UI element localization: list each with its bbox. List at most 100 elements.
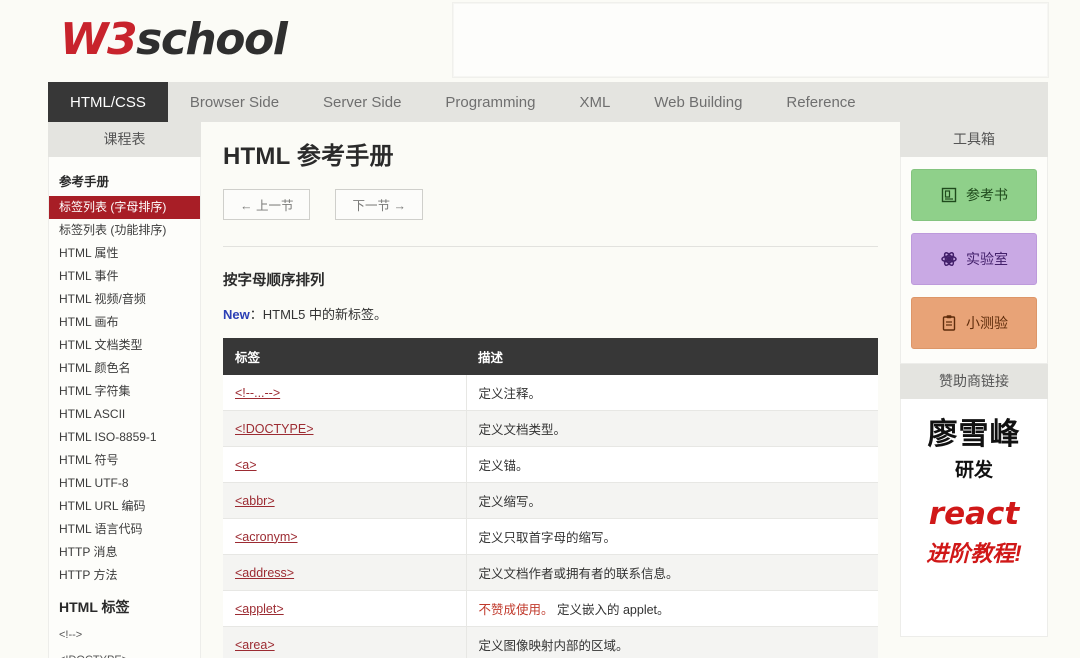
sidebar-item-http-messages[interactable]: HTTP 消息 xyxy=(49,541,200,564)
sidebar-tag-comment[interactable]: <!--> xyxy=(49,623,200,648)
pager-buttons: ← 上一节 下一节 → xyxy=(223,189,878,220)
sidebar-item-html-symbols[interactable]: HTML 符号 xyxy=(49,449,200,472)
nav-item-browser-side[interactable]: Browser Side xyxy=(168,82,301,122)
cell-tag: <!--...--> xyxy=(223,375,467,411)
nav-label: Reference xyxy=(786,93,856,111)
nav-label: Server Side xyxy=(323,93,402,111)
nav-label: Browser Side xyxy=(189,93,280,111)
description-text: 定义注释。 xyxy=(478,387,542,401)
cell-tag: <area> xyxy=(223,626,467,658)
toolbox-button-reference-book[interactable]: 参考书 xyxy=(911,169,1037,221)
table-body: <!--...--> 定义注释。 <!DOCTYPE> 定义文档类型。 <a> … xyxy=(223,375,878,658)
sidebar-item-tags-alpha[interactable]: 标签列表 (字母排序) xyxy=(49,196,200,219)
main-content: HTML 参考手册 ← 上一节 下一节 → 按字母顺序排列 New：HTML5 … xyxy=(201,122,900,658)
site-logo[interactable]: W3school xyxy=(60,12,288,68)
ad-line-4: 进阶教程! xyxy=(926,541,1022,566)
cell-tag: <acronym> xyxy=(223,518,467,555)
sidebar-item-html-language-codes[interactable]: HTML 语言代码 xyxy=(49,518,200,541)
section-title: 按字母顺序排列 xyxy=(223,273,325,289)
sidebar-item-html-attributes[interactable]: HTML 属性 xyxy=(49,242,200,265)
left-sidebar-title: 课程表 xyxy=(48,122,201,157)
cell-tag: <applet> xyxy=(223,590,467,627)
description-text: 定义缩写。 xyxy=(478,495,542,509)
new-note-text: ：HTML5 中的新标签。 xyxy=(249,307,387,322)
toolbox-button-lab[interactable]: 实验室 xyxy=(911,233,1037,285)
prev-section-button[interactable]: ← 上一节 xyxy=(223,189,311,220)
tag-link[interactable]: <address> xyxy=(235,566,294,580)
book-icon xyxy=(940,186,958,204)
header-ad-inner xyxy=(453,3,1048,77)
toolbox-title: 工具箱 xyxy=(900,122,1048,157)
logo-school-text: school xyxy=(136,14,288,65)
page-root: W3school HTML/CSS Browser Side Server Si… xyxy=(0,0,1080,658)
cell-description: 不赞成使用。 定义嵌入的 applet。 xyxy=(466,590,878,627)
header-ad-placeholder[interactable] xyxy=(452,2,1049,78)
toolbox-button-quiz[interactable]: 小测验 xyxy=(911,297,1037,349)
description-text: 定义锚。 xyxy=(478,459,529,473)
tag-link[interactable]: <a> xyxy=(235,458,257,472)
nav-label: Programming xyxy=(445,93,536,111)
tag-link[interactable]: <acronym> xyxy=(235,530,298,544)
description-text: 定义文档作者或拥有者的联系信息。 xyxy=(478,567,679,581)
nav-item-reference[interactable]: Reference xyxy=(764,82,877,122)
new-tag-note: New：HTML5 中的新标签。 xyxy=(223,304,878,323)
sidebar-item-tags-function[interactable]: 标签列表 (功能排序) xyxy=(49,219,200,242)
sidebar-item-html-events[interactable]: HTML 事件 xyxy=(49,265,200,288)
toolbox-box: 参考书 实验室 小测验 xyxy=(900,157,1048,364)
table-row: <!--...--> 定义注释。 xyxy=(223,375,878,411)
cell-description: 定义锚。 xyxy=(466,446,878,483)
main-navigation: HTML/CSS Browser Side Server Side Progra… xyxy=(48,82,1048,122)
sidebar-item-html-url-encode[interactable]: HTML URL 编码 xyxy=(49,495,200,518)
section-divider xyxy=(223,246,878,247)
nav-item-html-css[interactable]: HTML/CSS xyxy=(48,82,168,122)
nav-label: XML xyxy=(579,93,611,111)
new-badge-label: New xyxy=(223,307,250,322)
table-row: <address> 定义文档作者或拥有者的联系信息。 xyxy=(223,554,878,591)
tag-link[interactable]: <abbr> xyxy=(235,494,275,508)
sidebar-group-html-tags: HTML 标签 xyxy=(59,599,130,615)
sidebar-group-reference-manual: 参考手册 xyxy=(59,175,110,189)
cell-description: 定义只取首字母的缩写。 xyxy=(466,518,878,555)
sidebar-item-html-canvas[interactable]: HTML 画布 xyxy=(49,311,200,334)
nav-label: Web Building xyxy=(654,93,743,111)
column-header-description: 描述 xyxy=(466,338,878,375)
sidebar-item-html-doctype[interactable]: HTML 文档类型 xyxy=(49,334,200,357)
next-section-button[interactable]: 下一节 → xyxy=(335,189,423,220)
tag-link[interactable]: <!--...--> xyxy=(235,386,280,400)
left-sidebar-list: 参考手册 标签列表 (字母排序) 标签列表 (功能排序) HTML 属性 HTM… xyxy=(48,157,201,658)
sidebar-item-html-iso-8859-1[interactable]: HTML ISO-8859-1 xyxy=(49,426,200,449)
sidebar-tag-doctype[interactable]: <!DOCTYPE> xyxy=(49,648,200,658)
sidebar-item-html-ascii[interactable]: HTML ASCII xyxy=(49,403,200,426)
sidebar-item-html-video-audio[interactable]: HTML 视频/音频 xyxy=(49,288,200,311)
description-text: 定义只取首字母的缩写。 xyxy=(478,531,617,545)
table-row: <acronym> 定义只取首字母的缩写。 xyxy=(223,518,878,555)
nav-item-web-building[interactable]: Web Building xyxy=(632,82,764,122)
ad-line-1: 廖雪峰 xyxy=(927,418,1021,451)
column-header-tag: 标签 xyxy=(223,338,466,375)
cell-description: 定义文档作者或拥有者的联系信息。 xyxy=(466,554,878,591)
sponsor-ad[interactable]: 廖雪峰 研发 react 进阶教程! xyxy=(900,399,1048,637)
cell-tag: <a> xyxy=(223,446,467,483)
table-row: <!DOCTYPE> 定义文档类型。 xyxy=(223,410,878,447)
cell-tag: <!DOCTYPE> xyxy=(223,410,467,447)
nav-item-xml[interactable]: XML xyxy=(557,82,632,122)
sponsor-title: 赞助商链接 xyxy=(900,364,1048,399)
content-area: 课程表 参考手册 标签列表 (字母排序) 标签列表 (功能排序) HTML 属性… xyxy=(48,122,1048,658)
description-text: 定义文档类型。 xyxy=(478,423,567,437)
sidebar-item-html-charset[interactable]: HTML 字符集 xyxy=(49,380,200,403)
tag-link[interactable]: <!DOCTYPE> xyxy=(235,422,314,436)
sidebar-item-html-utf8[interactable]: HTML UTF-8 xyxy=(49,472,200,495)
nav-item-programming[interactable]: Programming xyxy=(423,82,557,122)
sidebar-item-http-methods[interactable]: HTTP 方法 xyxy=(49,564,200,587)
tag-link[interactable]: <area> xyxy=(235,638,275,652)
sidebar-item-html-colornames[interactable]: HTML 颜色名 xyxy=(49,357,200,380)
html-tags-table: 标签 描述 <!--...--> 定义注释。 <!DOCTYPE> 定义文档类型… xyxy=(223,338,878,658)
left-sidebar: 课程表 参考手册 标签列表 (字母排序) 标签列表 (功能排序) HTML 属性… xyxy=(48,122,201,658)
ad-line-3: react xyxy=(928,496,1020,532)
cell-description: 定义缩写。 xyxy=(466,482,878,519)
logo-w3-text: W3 xyxy=(60,14,138,65)
toolbox-button-label: 实验室 xyxy=(966,251,1008,267)
nav-item-server-side[interactable]: Server Side xyxy=(301,82,423,122)
cell-description: 定义图像映射内部的区域。 xyxy=(466,626,878,658)
tag-link[interactable]: <applet> xyxy=(235,602,284,616)
